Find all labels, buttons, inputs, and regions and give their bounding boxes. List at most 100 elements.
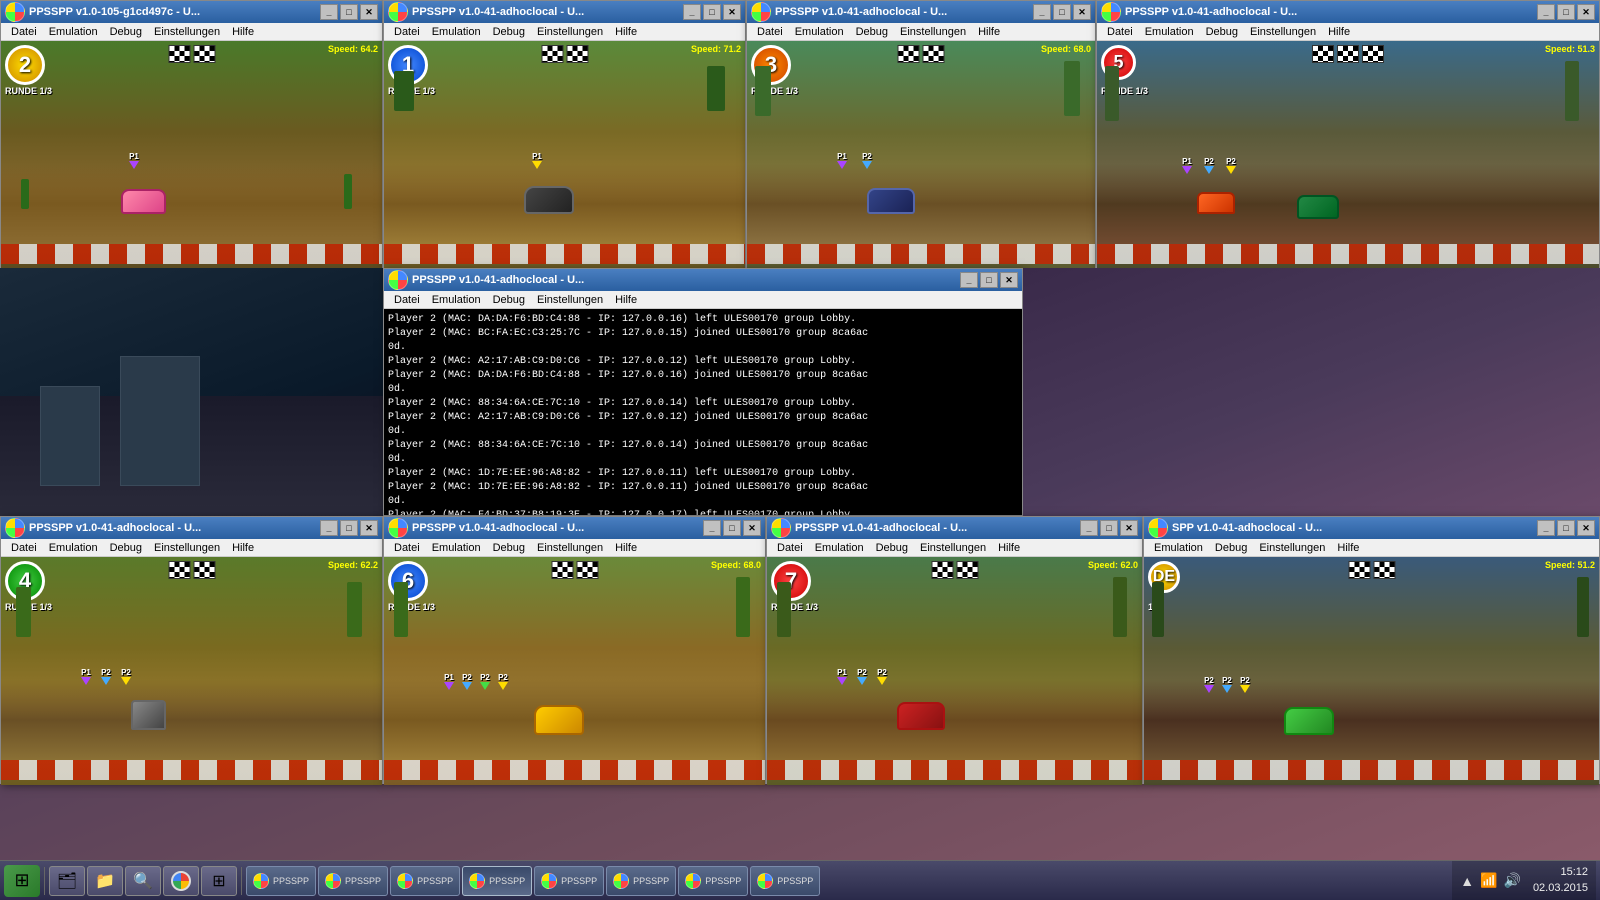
menu-debug-7[interactable]: Debug (870, 541, 914, 555)
minimize-btn-8[interactable]: _ (1537, 520, 1555, 536)
menu-datei-console[interactable]: Datei (388, 293, 426, 307)
menu-debug-6[interactable]: Debug (487, 541, 531, 555)
menu-hilfe-2[interactable]: Hilfe (609, 25, 643, 39)
menu-datei-1[interactable]: Datei (5, 25, 43, 39)
menu-hilfe-6[interactable]: Hilfe (609, 541, 643, 555)
close-btn-2[interactable]: ✕ (723, 4, 741, 20)
menu-hilfe-1[interactable]: Hilfe (226, 25, 260, 39)
taskbar-btn-chrome[interactable] (163, 866, 199, 896)
taskbar-btn-taskmanager[interactable]: 🗂 (49, 866, 85, 896)
close-btn-8[interactable]: ✕ (1577, 520, 1595, 536)
menu-emulation-6[interactable]: Emulation (426, 541, 487, 555)
titlebar-console[interactable]: PPSSPP v1.0-41-adhoclocal - U... _ □ ✕ (384, 269, 1022, 291)
maximize-btn-5[interactable]: □ (340, 520, 358, 536)
menu-emulation-2[interactable]: Emulation (426, 25, 487, 39)
menu-debug-2[interactable]: Debug (487, 25, 531, 39)
taskbar-task-ppsspp-4[interactable]: PPSSPP (462, 866, 532, 896)
taskbar-task-ppsspp-6[interactable]: PPSSPP (606, 866, 676, 896)
menu-emulation-8[interactable]: Emulation (1148, 541, 1209, 555)
maximize-btn-8[interactable]: □ (1557, 520, 1575, 536)
menu-emulation-5[interactable]: Emulation (43, 541, 104, 555)
menu-hilfe-8[interactable]: Hilfe (1331, 541, 1365, 555)
maximize-btn-4[interactable]: □ (1557, 4, 1575, 20)
minimize-btn-1[interactable]: _ (320, 4, 338, 20)
menu-einstellungen-1[interactable]: Einstellungen (148, 25, 226, 39)
titlebar-4[interactable]: PPSSPP v1.0-41-adhoclocal - U... _ □ ✕ (1097, 1, 1599, 23)
menu-debug-4[interactable]: Debug (1200, 25, 1244, 39)
maximize-btn-console[interactable]: □ (980, 272, 998, 288)
taskbar-btn-folder[interactable]: 📁 (87, 866, 123, 896)
menu-datei-3[interactable]: Datei (751, 25, 789, 39)
menu-emulation-console[interactable]: Emulation (426, 293, 487, 307)
minimize-btn-6[interactable]: _ (703, 520, 721, 536)
menu-hilfe-3[interactable]: Hilfe (972, 25, 1006, 39)
minimize-btn-7[interactable]: _ (1080, 520, 1098, 536)
menu-einstellungen-3[interactable]: Einstellungen (894, 25, 972, 39)
minimize-btn-3[interactable]: _ (1033, 4, 1051, 20)
speed-8: Speed: 51.2 (1545, 560, 1595, 570)
maximize-btn-7[interactable]: □ (1100, 520, 1118, 536)
close-btn-4[interactable]: ✕ (1577, 4, 1595, 20)
maximize-btn-2[interactable]: □ (703, 4, 721, 20)
taskbar-task-ppsspp-3[interactable]: PPSSPP (390, 866, 460, 896)
maximize-btn-6[interactable]: □ (723, 520, 741, 536)
menu-datei-7[interactable]: Datei (771, 541, 809, 555)
titlebar-1[interactable]: PPSSPP v1.0-105-g1cd497c - U... _ □ ✕ (1, 1, 382, 23)
minimize-btn-5[interactable]: _ (320, 520, 338, 536)
menu-debug-3[interactable]: Debug (850, 25, 894, 39)
taskbar-task-ppsspp-8[interactable]: PPSSPP (750, 866, 820, 896)
menu-einstellungen-4[interactable]: Einstellungen (1244, 25, 1322, 39)
close-btn-7[interactable]: ✕ (1120, 520, 1138, 536)
menu-debug-5[interactable]: Debug (104, 541, 148, 555)
time-display[interactable]: 15:12 02.03.2015 (1533, 865, 1588, 896)
menu-einstellungen-6[interactable]: Einstellungen (531, 541, 609, 555)
menu-debug-8[interactable]: Debug (1209, 541, 1253, 555)
maximize-btn-3[interactable]: □ (1053, 4, 1071, 20)
menu-einstellungen-2[interactable]: Einstellungen (531, 25, 609, 39)
start-button[interactable]: ⊞ (4, 865, 40, 897)
menu-einstellungen-7[interactable]: Einstellungen (914, 541, 992, 555)
taskbar-task-ppsspp-5[interactable]: PPSSPP (534, 866, 604, 896)
menu-debug-console[interactable]: Debug (487, 293, 531, 307)
flags-2 (541, 45, 588, 63)
taskbar-task-ppsspp-7[interactable]: PPSSPP (678, 866, 748, 896)
taskbar-task-ppsspp-2[interactable]: PPSSPP (318, 866, 388, 896)
titlebar-5[interactable]: PPSSPP v1.0-41-adhoclocal - U... _ □ ✕ (1, 517, 382, 539)
titlebar-6[interactable]: PPSSPP v1.0-41-adhoclocal - U... _ □ ✕ (384, 517, 765, 539)
menu-hilfe-console[interactable]: Hilfe (609, 293, 643, 307)
menu-emulation-3[interactable]: Emulation (789, 25, 850, 39)
titlebar-7[interactable]: PPSSPP v1.0-41-adhoclocal - U... _ □ ✕ (767, 517, 1142, 539)
systray-up-arrow-icon[interactable]: ▲ (1460, 873, 1474, 889)
titlebar-8[interactable]: SPP v1.0-41-adhoclocal - U... _ □ ✕ (1144, 517, 1599, 539)
taskbar-btn-registry[interactable]: ⊞ (201, 866, 237, 896)
close-btn-console[interactable]: ✕ (1000, 272, 1018, 288)
menu-emulation-1[interactable]: Emulation (43, 25, 104, 39)
menu-datei-2[interactable]: Datei (388, 25, 426, 39)
menu-hilfe-7[interactable]: Hilfe (992, 541, 1026, 555)
menu-einstellungen-8[interactable]: Einstellungen (1253, 541, 1331, 555)
menu-einstellungen-console[interactable]: Einstellungen (531, 293, 609, 307)
menu-hilfe-4[interactable]: Hilfe (1322, 25, 1356, 39)
taskbar-btn-search[interactable]: 🔍 (125, 866, 161, 896)
menu-einstellungen-5[interactable]: Einstellungen (148, 541, 226, 555)
minimize-btn-console[interactable]: _ (960, 272, 978, 288)
console-line-11: 0d. (388, 453, 1018, 467)
menu-datei-4[interactable]: Datei (1101, 25, 1139, 39)
taskbar-task-ppsspp-1[interactable]: PPSSPP (246, 866, 316, 896)
menu-emulation-4[interactable]: Emulation (1139, 25, 1200, 39)
menu-datei-5[interactable]: Datei (5, 541, 43, 555)
close-btn-5[interactable]: ✕ (360, 520, 378, 536)
close-btn-6[interactable]: ✕ (743, 520, 761, 536)
titlebar-3[interactable]: PPSSPP v1.0-41-adhoclocal - U... _ □ ✕ (747, 1, 1095, 23)
maximize-btn-1[interactable]: □ (340, 4, 358, 20)
minimize-btn-2[interactable]: _ (683, 4, 701, 20)
systray-volume-icon[interactable]: 🔊 (1504, 872, 1521, 889)
menu-debug-1[interactable]: Debug (104, 25, 148, 39)
menu-datei-6[interactable]: Datei (388, 541, 426, 555)
close-btn-1[interactable]: ✕ (360, 4, 378, 20)
menu-hilfe-5[interactable]: Hilfe (226, 541, 260, 555)
titlebar-2[interactable]: PPSSPP v1.0-41-adhoclocal - U... _ □ ✕ (384, 1, 745, 23)
menu-emulation-7[interactable]: Emulation (809, 541, 870, 555)
minimize-btn-4[interactable]: _ (1537, 4, 1555, 20)
close-btn-3[interactable]: ✕ (1073, 4, 1091, 20)
